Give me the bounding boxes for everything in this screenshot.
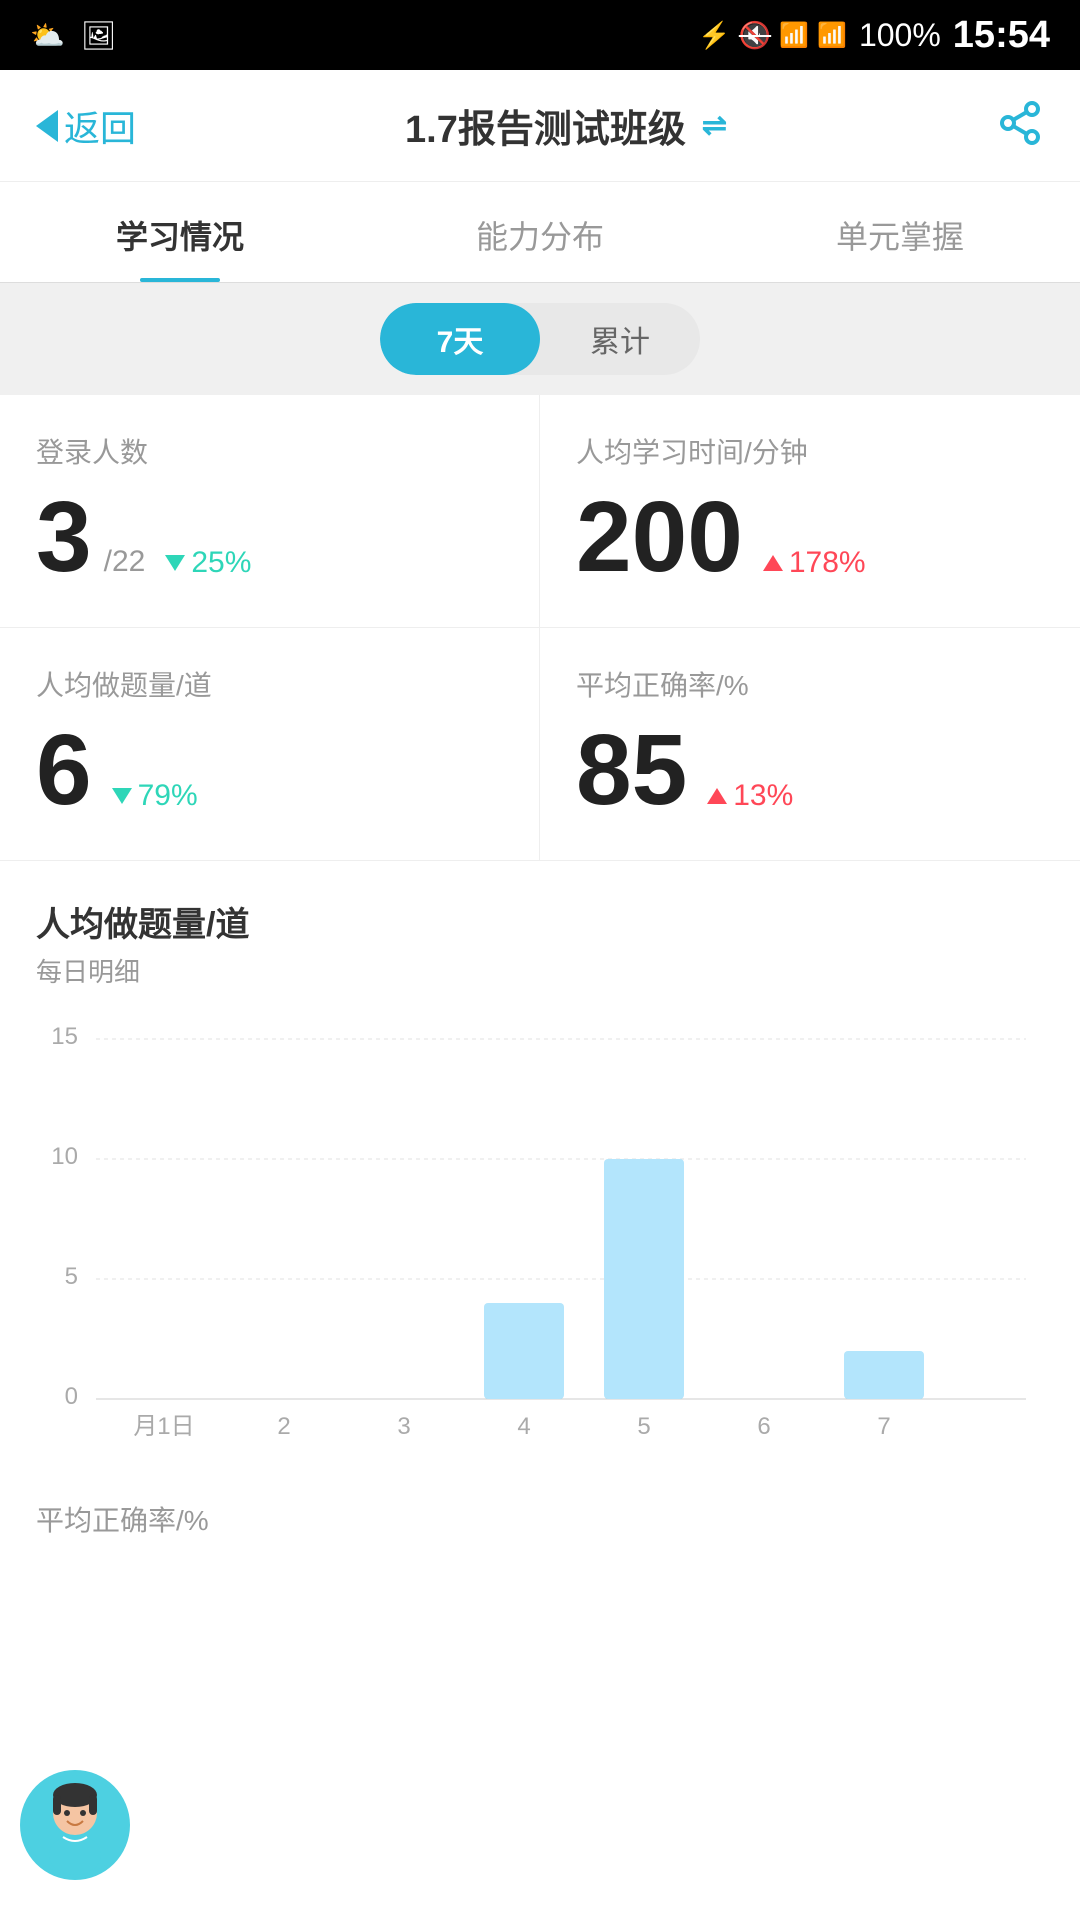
- tabs: 学习情况 能力分布 单元掌握: [0, 182, 1080, 283]
- stat-login-label: 登录人数: [36, 431, 503, 471]
- stat-login-number: 3: [36, 487, 92, 587]
- stat-study-time-label: 人均学习时间/分钟: [576, 431, 1044, 471]
- stat-accuracy: 平均正确率/% 85 13%: [540, 627, 1080, 860]
- stats-grid: 登录人数 3 /22 25% 人均学习时间/分钟 200 178% 人均做题量/…: [0, 395, 1080, 861]
- chart-section: 人均做题量/道 每日明细 15 10 5 0 月1日 2: [0, 861, 1080, 1479]
- stat-accuracy-change: 13%: [707, 779, 793, 813]
- header: 返回 1.7报告测试班级 ⇌: [0, 70, 1080, 182]
- bottom-label: 平均正确率/%: [0, 1479, 1080, 1539]
- svg-text:15: 15: [51, 1023, 78, 1050]
- time-label: 15:54: [953, 14, 1050, 57]
- arrow-up-icon: [763, 555, 783, 571]
- stat-accuracy-number: 85: [576, 720, 687, 820]
- svg-text:3: 3: [397, 1413, 410, 1440]
- signal-icon: 📶: [817, 21, 847, 50]
- wifi-icon: 📶: [779, 21, 809, 50]
- stat-login-count: 登录人数 3 /22 25%: [0, 395, 540, 627]
- back-button[interactable]: 返回: [36, 100, 136, 152]
- svg-text:0: 0: [65, 1383, 78, 1410]
- bar-chart: 15 10 5 0 月1日 2 3 4 5: [36, 1019, 1044, 1479]
- image-icon: 🖼: [81, 19, 117, 52]
- arrow-down-icon2: [112, 788, 132, 804]
- back-arrow-icon: [36, 110, 58, 142]
- stat-questions-change: 79%: [112, 779, 198, 813]
- toggle-group: 7天 累计: [380, 303, 700, 375]
- arrow-down-icon: [165, 555, 185, 571]
- svg-text:2: 2: [277, 1413, 290, 1440]
- user-avatar[interactable]: [20, 1770, 130, 1880]
- svg-text:6: 6: [757, 1413, 770, 1440]
- stat-login-change: 25%: [165, 546, 251, 580]
- toggle-7days[interactable]: 7天: [380, 303, 540, 375]
- stat-login-sub: /22: [104, 545, 146, 579]
- bluetooth-icon: ⚡: [698, 20, 730, 51]
- toggle-total[interactable]: 累计: [540, 303, 700, 375]
- share-button[interactable]: [996, 99, 1044, 152]
- stat-study-time: 人均学习时间/分钟 200 178%: [540, 395, 1080, 627]
- stat-study-time-change: 178%: [763, 546, 866, 580]
- stat-questions: 人均做题量/道 6 79%: [0, 627, 540, 860]
- title-text: 1.7报告测试班级: [405, 98, 686, 153]
- stat-login-value-row: 3 /22 25%: [36, 487, 503, 587]
- chart-area: 15 10 5 0 月1日 2 3 4 5: [36, 1019, 1044, 1479]
- chart-title: 人均做题量/道: [36, 897, 1044, 946]
- back-label: 返回: [64, 100, 136, 152]
- tab-unit[interactable]: 单元掌握: [720, 182, 1080, 282]
- svg-text:月1日: 月1日: [133, 1413, 194, 1440]
- stat-study-time-number: 200: [576, 487, 743, 587]
- weather-icon: ⛅: [30, 19, 65, 52]
- toggle-container: 7天 累计: [0, 283, 1080, 395]
- status-bar: ⛅ 🖼 ⚡ 🔇 📶 📶 100% 15:54: [0, 0, 1080, 70]
- chart-subtitle: 每日明细: [36, 952, 1044, 989]
- stat-accuracy-value-row: 85 13%: [576, 720, 1044, 820]
- mute-icon: 🔇: [739, 20, 771, 51]
- arrow-up-icon2: [707, 788, 727, 804]
- shuffle-icon[interactable]: ⇌: [702, 108, 727, 143]
- svg-text:5: 5: [65, 1263, 78, 1290]
- status-right: ⚡ 🔇 📶 📶 100% 15:54: [698, 14, 1050, 57]
- tab-study[interactable]: 学习情况: [0, 182, 360, 282]
- stat-accuracy-label: 平均正确率/%: [576, 664, 1044, 704]
- status-icons: ⚡ 🔇 📶 📶: [698, 20, 847, 51]
- tab-ability[interactable]: 能力分布: [360, 182, 720, 282]
- header-title: 1.7报告测试班级 ⇌: [405, 98, 727, 153]
- svg-text:5: 5: [637, 1413, 650, 1440]
- status-left: ⛅ 🖼: [30, 19, 116, 52]
- svg-text:7: 7: [877, 1413, 890, 1440]
- svg-text:4: 4: [517, 1413, 530, 1440]
- stat-questions-number: 6: [36, 720, 92, 820]
- stat-study-time-value-row: 200 178%: [576, 487, 1044, 587]
- stat-questions-value-row: 6 79%: [36, 720, 503, 820]
- svg-text:10: 10: [51, 1143, 78, 1170]
- battery-label: 100%: [859, 17, 941, 54]
- stat-questions-label: 人均做题量/道: [36, 664, 503, 704]
